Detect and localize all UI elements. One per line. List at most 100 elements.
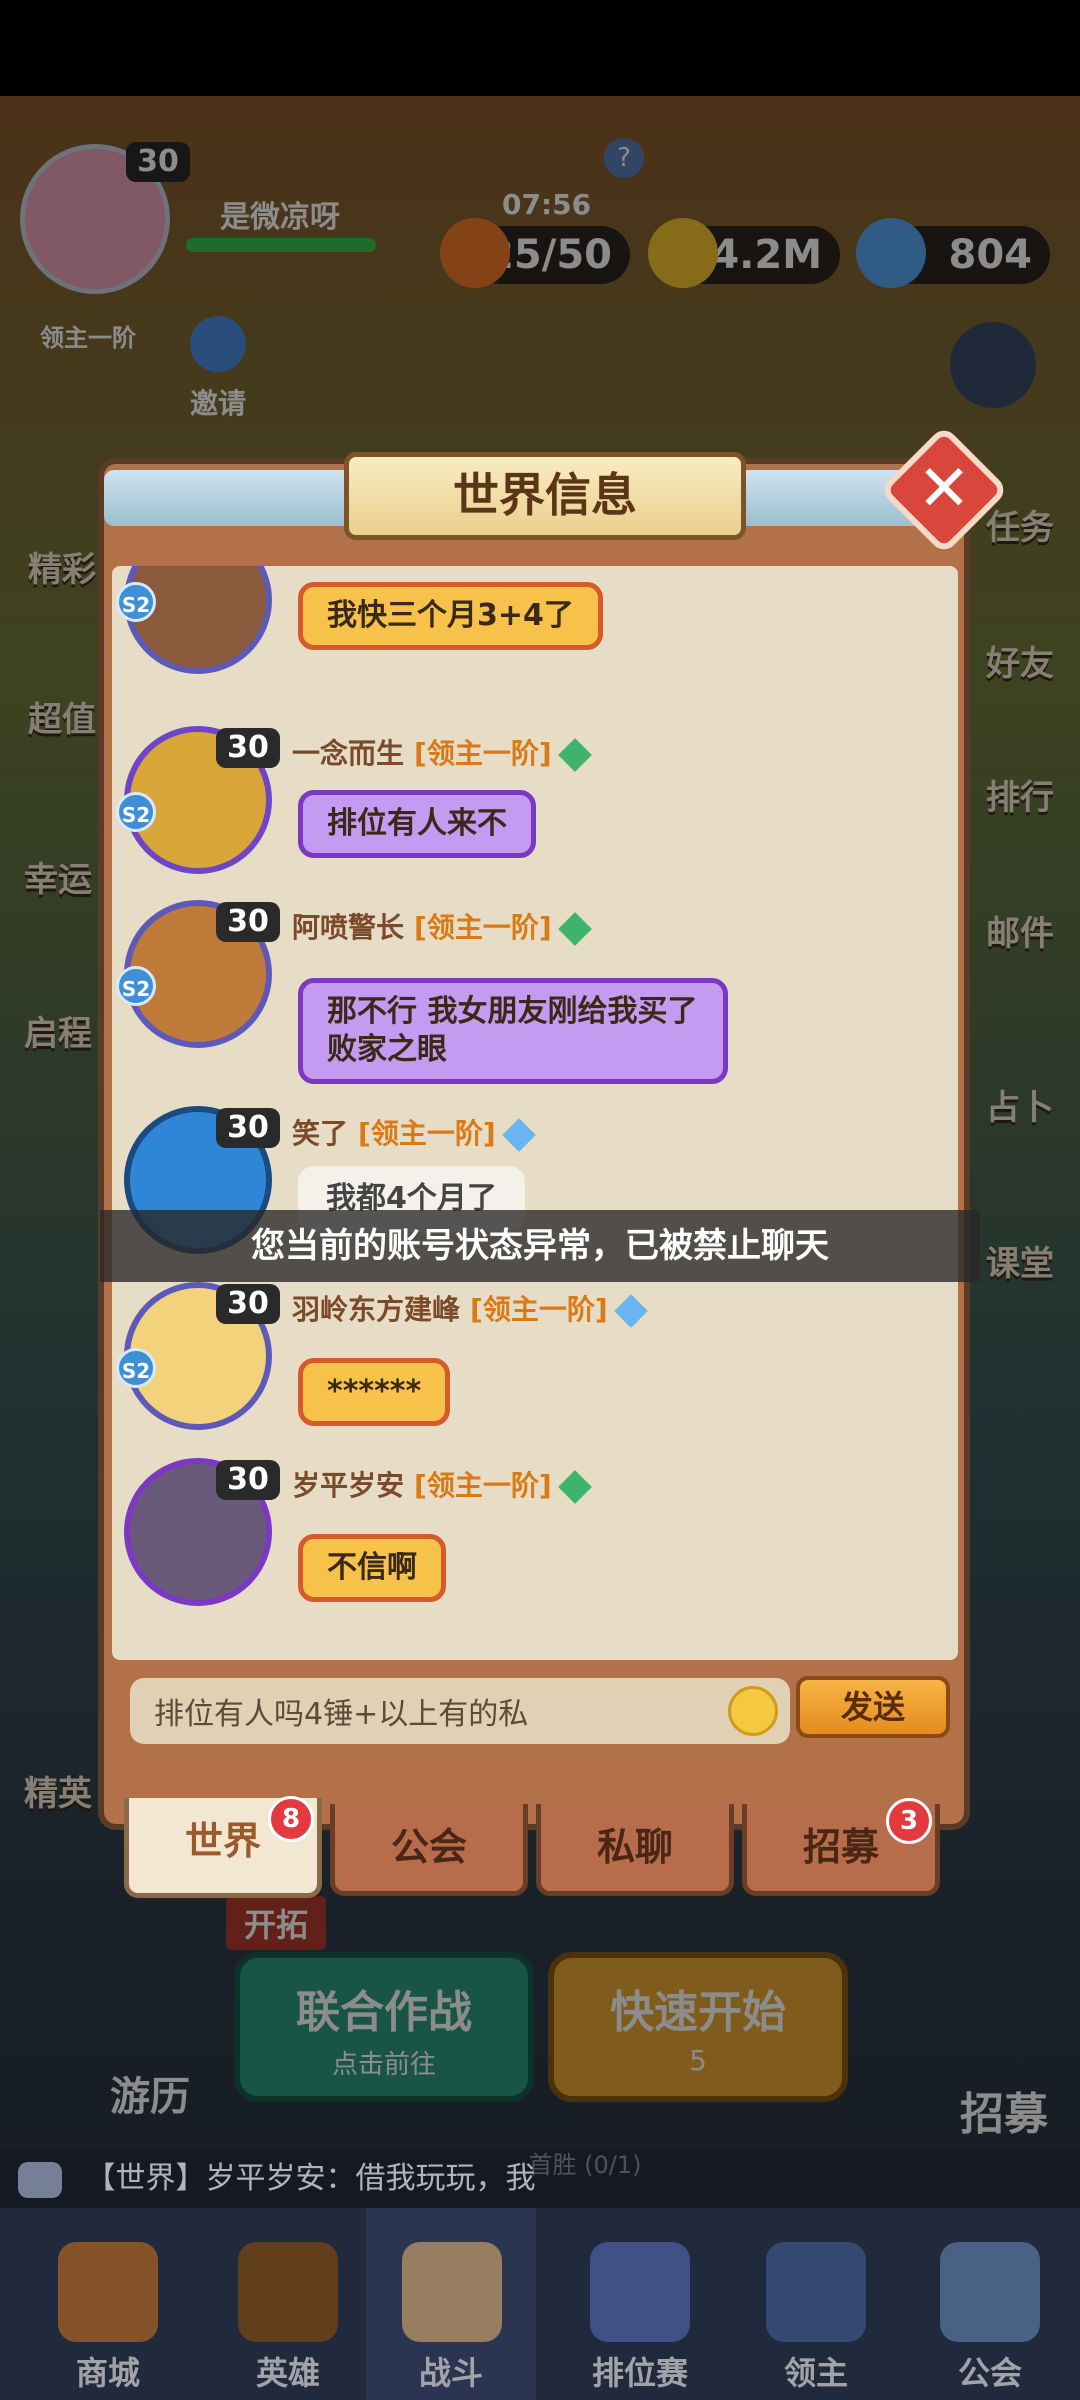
side-right-label-2[interactable]: 排行 [986,770,1054,819]
player-exp-bar [186,238,376,252]
side-left-label-1[interactable]: 超值 [28,692,96,741]
message-list[interactable]: S2 我快三个月3+4了 30 S2 一念而生 [领主一阶] 排位有人来不 30 … [112,566,958,1660]
sender-rank: [领主一阶] [470,1293,608,1326]
tab-private[interactable]: 私聊 [536,1804,734,1896]
season-badge: S2 [116,1348,156,1388]
sender-rank: [领主一阶] [414,1469,552,1502]
avatar[interactable] [124,566,272,674]
quick-start-title: 快速开始 [610,1987,786,2038]
player-rank-label: 领主一阶 [40,324,136,352]
level-badge: 30 [216,902,280,942]
flame-icon [440,218,510,288]
level-badge: 30 [216,1108,280,1148]
send-button[interactable]: 发送 [796,1676,950,1738]
side-right-label-3[interactable]: 邮件 [986,906,1054,955]
sender-row: 岁平岁安 [领主一阶] [292,1464,592,1504]
sender-row: 羽岭东方建峰 [领主一阶] [292,1288,648,1328]
season-badge: S2 [116,582,156,622]
chat-bubble-icon [18,2161,62,2198]
sender-name[interactable]: 一念而生 [292,737,404,770]
sender-rank: [领主一阶] [358,1117,496,1150]
side-left-label-4[interactable]: 精英 [24,1766,92,1815]
rank-gem-icon [501,1118,536,1152]
tab-recruit-label: 招募 [802,1825,879,1869]
chat-input-row: 发送 [112,1662,958,1754]
invite-label[interactable]: 邀请 [190,382,246,422]
castle-icon [940,2242,1040,2342]
sender-row: 阿喷警长 [领主一阶] [292,906,592,946]
season-badge: S2 [116,966,156,1006]
world-chat-ticker[interactable]: 【世界】岁平岁安：借我玩玩，我 [0,2150,1080,2208]
side-right-label-0[interactable]: 任务 [986,500,1054,549]
bottom-nav: 商城 英雄 战斗 排位赛 领主 公会 [0,2208,1080,2400]
rank-gem-icon [557,912,592,946]
season-badge: S2 [116,792,156,832]
sender-row: 笑了 [领主一阶] [292,1112,536,1152]
sword-icon [402,2242,502,2342]
tab-recruit-badge: 3 [886,1798,932,1844]
message-bubble: 我快三个月3+4了 [298,582,603,650]
quick-start-cost: 5 [689,2044,707,2077]
tab-private-label: 私聊 [596,1825,673,1869]
sender-row: 一念而生 [领主一阶] [292,732,592,772]
level-badge: 30 [216,1284,280,1324]
nav-heroes-label: 英雄 [255,2354,320,2392]
coop-battle-button[interactable]: 联合作战 点击前往 [234,1952,534,2102]
sender-name[interactable]: 羽岭东方建峰 [292,1293,460,1326]
message-bubble: 排位有人来不 [298,790,536,858]
side-right-label-1[interactable]: 好友 [986,636,1054,685]
sender-name[interactable]: 笑了 [292,1117,348,1150]
nav-battle[interactable]: 战斗 [366,2208,536,2400]
chat-ban-notice: 您当前的账号状态异常，已被禁止聊天 [100,1210,980,1282]
crystal-icon [856,218,926,288]
gem-value: 804 [948,232,1033,278]
menu-icon[interactable] [950,322,1036,408]
side-left-label-2[interactable]: 幸运 [24,852,92,901]
nav-guild[interactable]: 公会 [882,2208,1080,2400]
emoji-icon[interactable] [728,1686,778,1736]
ticker-text: 【世界】岁平岁安：借我玩玩，我 [85,2161,536,2196]
level-badge: 30 [216,1460,280,1500]
banner-icon [766,2242,866,2342]
side-right-label-4[interactable]: 占卜 [986,1080,1054,1129]
rank-gem-icon [557,1470,592,1504]
tab-guild-label: 公会 [390,1825,467,1869]
message-bubble: 那不行 我女朋友刚给我买了败家之眼 [298,978,728,1084]
nav-guild-label: 公会 [957,2354,1022,2392]
shield-icon [590,2242,690,2342]
sender-rank: [领主一阶] [414,911,552,944]
side-left-label-0[interactable]: 精彩 [28,542,96,591]
sender-name[interactable]: 阿喷警长 [292,911,404,944]
rank-gem-icon [557,738,592,772]
nav-battle-label: 战斗 [418,2354,483,2392]
tab-world-badge: 8 [268,1796,314,1842]
hero-card-icon [238,2242,338,2342]
timer-label: 07:56 [502,188,592,221]
message-bubble: 不信啊 [298,1534,446,1602]
tab-guild[interactable]: 公会 [330,1804,528,1896]
player-level-badge: 30 [126,142,190,182]
help-icon[interactable]: ? [604,138,644,178]
message-bubble: ****** [298,1358,451,1426]
invite-icon[interactable] [190,316,246,372]
coop-battle-title: 联合作战 [296,1987,472,2038]
travel-label[interactable]: 游历 [110,2064,190,2122]
close-icon: ✕ [917,452,971,526]
side-left-label-3[interactable]: 启程 [24,1006,92,1055]
sender-name[interactable]: 岁平岁安 [292,1469,404,1502]
shop-icon [58,2242,158,2342]
dialog-title: 世界信息 [344,452,746,540]
side-right-label-5[interactable]: 课堂 [986,1236,1054,1285]
level-badge: 30 [216,728,280,768]
tab-world-label: 世界 [184,1819,261,1863]
nav-heroes[interactable]: 英雄 [180,2208,396,2400]
chat-input[interactable] [130,1678,790,1744]
coin-icon [648,218,718,288]
rank-gem-icon [613,1294,648,1328]
sender-rank: [领主一阶] [414,737,552,770]
explore-label: 开拓 [226,1896,327,1950]
recruit-label[interactable]: 招募 [960,2078,1048,2142]
quick-start-button[interactable]: 快速开始 5 [548,1952,848,2102]
player-name: 是微凉呀 [220,200,340,235]
coop-battle-subtitle: 点击前往 [331,2050,436,2080]
